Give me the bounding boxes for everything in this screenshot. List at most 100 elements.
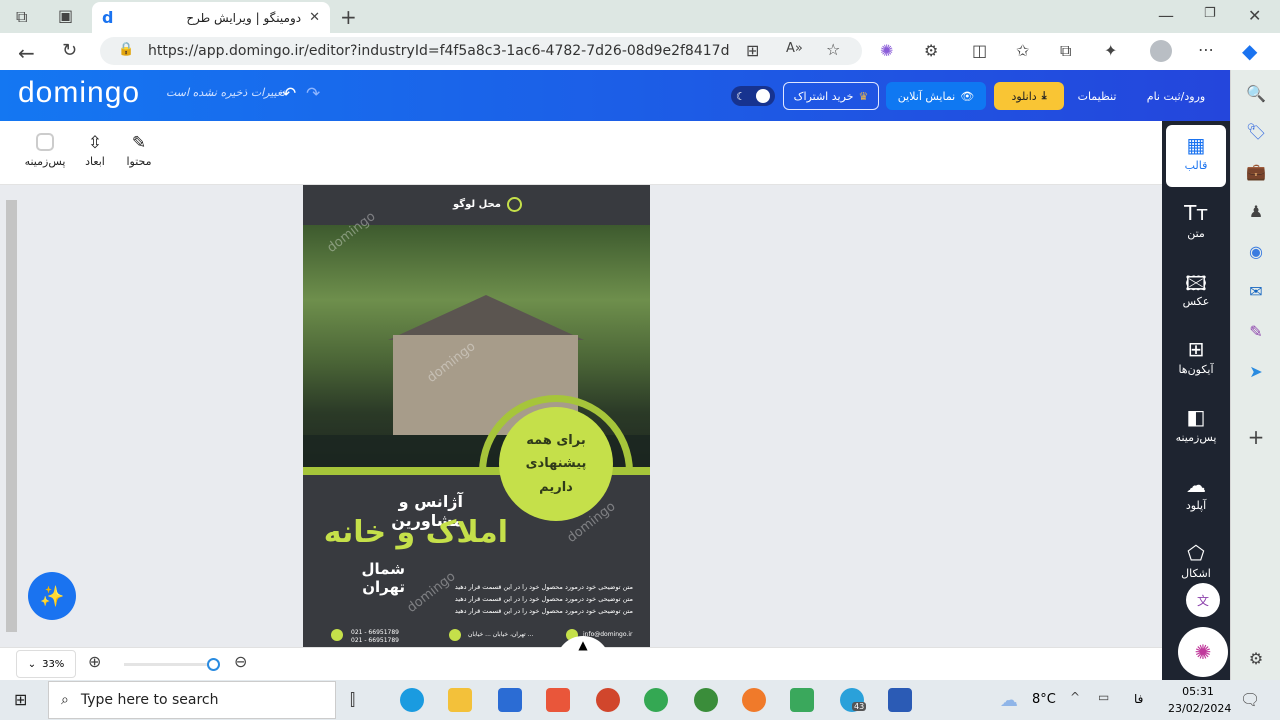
more-menu-icon[interactable]: ⋯ [1198,40,1214,59]
microsoft365-icon[interactable]: ◉ [1243,238,1269,264]
zoom-slider-handle[interactable] [207,658,220,671]
copilot-brain-icon[interactable]: ✺ [880,41,893,60]
restore-icon[interactable]: ❐ [1204,6,1216,21]
file-explorer-icon[interactable] [448,688,472,712]
zoom-select[interactable]: ⌄ 33% [16,650,76,678]
favorite-star-icon[interactable]: ☆ [826,40,840,59]
sidebar-item-upload[interactable]: ☁ آپلود [1166,465,1226,527]
sidebar-item-icons[interactable]: ⊞ آیکون‌ها [1166,329,1226,391]
sidebar-item-background[interactable]: ◧ پس‌زمینه [1166,397,1226,459]
notifications-icon[interactable]: 🗨 [1240,690,1260,709]
translate-icon[interactable]: 文 [1186,583,1220,617]
send-icon[interactable]: ➤ [1243,358,1269,384]
outlook-icon[interactable]: ✉ [1243,278,1269,304]
taskbar-search[interactable]: ⌕ Type here to search [48,681,336,719]
content-label: محتوا [126,155,152,168]
theme-toggle[interactable]: ☾ [731,86,775,106]
sidebar-label: قالب [1184,159,1208,172]
app-available-icon[interactable]: ⊞ [746,41,759,60]
background-label: پس‌زمینه [24,155,66,168]
preview-label: نمایش آنلاین [897,89,956,103]
settings-link[interactable]: تنظیمات [1072,82,1122,110]
games-icon[interactable]: ♟ [1243,198,1269,224]
zoom-out-icon[interactable]: ⊖ [234,652,247,671]
subscribe-button[interactable]: خرید اشتراک ♛ [783,82,879,110]
back-icon[interactable]: ← [18,41,35,65]
store-icon[interactable] [498,688,522,712]
app-c-icon[interactable] [546,688,570,712]
sidebar-label: آیکون‌ها [1178,363,1214,376]
zoom-level: 33% [42,658,65,670]
login-link[interactable]: ورود/ثبت نام [1140,82,1212,110]
firefox-icon[interactable] [742,688,766,712]
collections-icon[interactable]: ⧉ [1060,41,1071,61]
tools-briefcase-icon[interactable]: 💼 [1243,158,1269,184]
content-tool[interactable]: ✎ محتوا [116,133,162,168]
poster-logo: محل لوگو [453,197,522,212]
extensions-icon[interactable]: ⚙ [924,41,938,60]
tray-chevron-icon[interactable]: ^ [1070,690,1080,704]
magic-wand-button[interactable]: ✨ [28,572,76,620]
poster-design[interactable]: محل لوگو برای همه پیشنهادی داریم آژانس و… [303,185,650,647]
read-aloud-icon[interactable]: A» [786,41,803,56]
refresh-icon[interactable]: ↻ [62,40,77,61]
dimensions-tool[interactable]: ⇳ ابعاد [72,133,118,168]
ai-brain-icon[interactable]: ✺ [1178,627,1228,677]
domingo-logo[interactable]: domingo [18,76,140,110]
chrome-icon[interactable] [644,688,668,712]
telegram-icon[interactable]: 43 [840,688,867,712]
app-green-icon[interactable] [790,688,814,712]
search-icon[interactable]: 🔍 [1243,80,1269,106]
browser-tab-active[interactable]: d دومینگو | ویرایش طرح ✕ [92,2,330,33]
language-indicator[interactable]: فا [1134,692,1143,706]
workspaces-icon[interactable]: ⧉ [16,7,27,27]
preview-button[interactable]: نمایش آنلاین 👁 [886,82,986,110]
close-tab-icon[interactable]: ✕ [309,10,320,25]
upload-icon: ☁ [1186,473,1206,497]
sidebar-label: متن [1187,227,1205,240]
favorites-icon[interactable]: ✩ [1016,41,1029,60]
sidebar-item-template[interactable]: ▦ قالب [1166,125,1226,187]
zoom-slider[interactable] [124,663,216,666]
profile-avatar[interactable] [1150,40,1172,62]
designer-icon[interactable]: ✎ [1243,318,1269,344]
chevron-down-icon: ⌄ [27,658,37,670]
edge-taskbar-icon[interactable] [400,688,424,712]
vertical-scrollbar[interactable] [6,200,17,632]
performance-icon[interactable]: ✦ [1104,41,1117,60]
copilot-icon[interactable]: ◆ [1242,39,1257,63]
weather-temp[interactable]: 8°C [1032,692,1056,707]
app-p-icon[interactable] [596,688,620,712]
download-label: دانلود [1011,89,1037,103]
clock[interactable]: 05:31 23/02/2024 [1168,683,1231,717]
address-bar[interactable]: 🔒 https://app.domingo.ir/editor?industry… [100,37,862,65]
sidebar-item-image[interactable]: 🖾 عکس [1166,261,1226,323]
battery-icon[interactable]: ▭ [1098,690,1109,704]
tab-actions-icon[interactable]: ▣ [58,6,73,25]
sidebar-label: اشکال [1181,567,1211,580]
zoom-in-icon[interactable]: ⊕ [88,652,101,671]
telegram-badge: 43 [852,702,867,711]
sidebar-item-text[interactable]: Tт متن [1166,193,1226,255]
circle-line: پیشنهادی [525,456,587,472]
tab-title: دومینگو | ویرایش طرح [186,10,302,25]
task-view-icon[interactable]: ⫿ [350,690,355,710]
logo-placeholder-text: محل لوگو [453,199,501,210]
minimize-icon[interactable]: — [1158,6,1174,25]
layout-icon: ▦ [1186,133,1206,157]
logo-circle-icon [506,197,522,212]
download-button[interactable]: دانلود ⤓ [994,82,1064,110]
sidebar-label: آپلود [1185,499,1207,512]
close-window-icon[interactable]: ✕ [1248,6,1261,25]
lock-icon[interactable]: 🔒 [118,42,134,57]
redo-icon[interactable]: ↷ [306,84,320,104]
add-icon[interactable]: + [1243,424,1269,450]
windows-start-icon[interactable]: ⊞ [14,690,27,709]
settings-gear-icon[interactable]: ⚙ [1243,645,1269,671]
word-icon[interactable] [888,688,912,712]
background-tool[interactable]: پس‌زمینه [22,133,68,168]
new-tab-icon[interactable]: + [340,5,357,29]
globe-app-icon[interactable] [694,688,718,712]
split-screen-icon[interactable]: ◫ [972,41,987,60]
shopping-tag-icon[interactable]: 🏷 [1243,118,1269,144]
